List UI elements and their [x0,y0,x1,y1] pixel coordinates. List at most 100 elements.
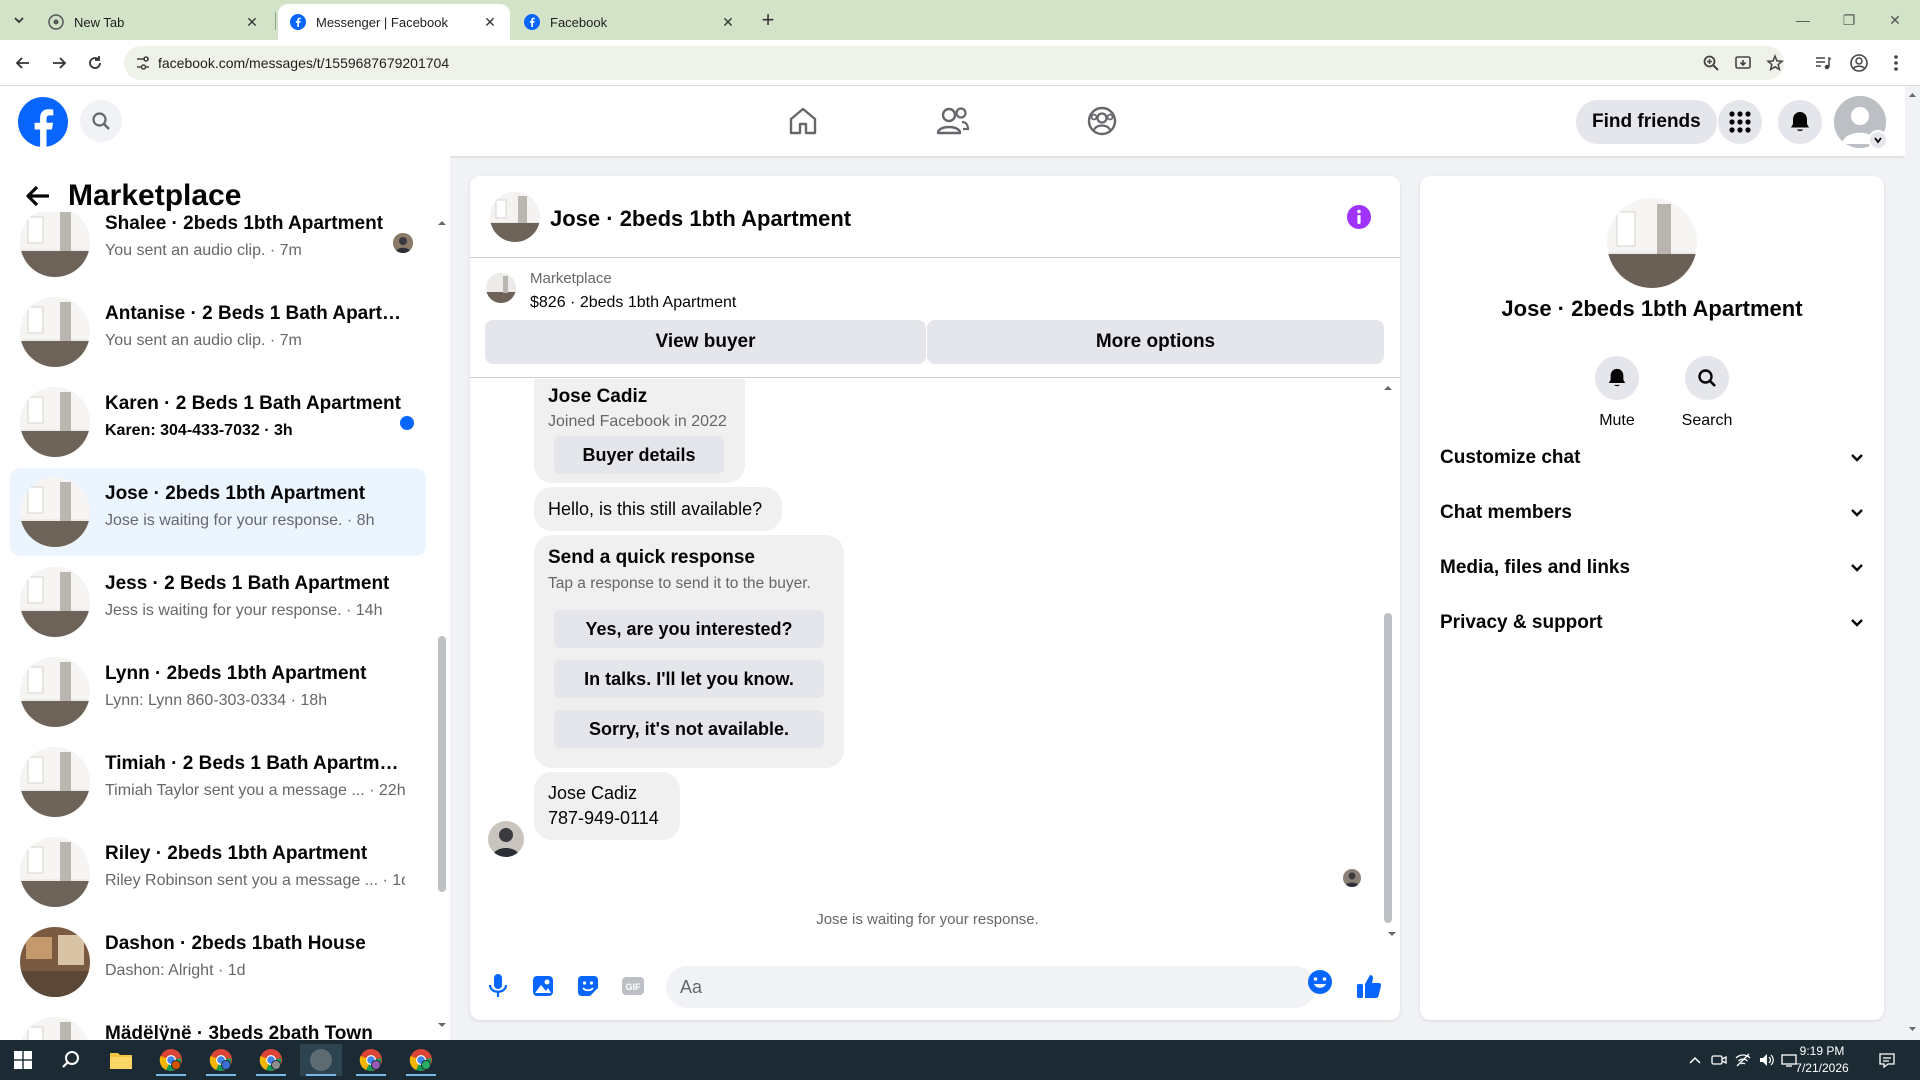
conversation-preview: Timiah Taylor sent you a message ... · 2… [105,782,405,799]
mute-action[interactable]: Mute [1582,356,1652,430]
taskbar-search-button[interactable] [50,1044,92,1076]
conversation-item[interactable]: Antanise · 2 Beds 1 Bath Apartment You se… [10,288,426,376]
find-friends-button[interactable]: Find friends [1576,100,1717,144]
apartment-photo-icon [20,477,90,547]
scroll-down-icon[interactable] [1385,929,1399,939]
start-button[interactable] [2,1044,44,1076]
site-info-icon[interactable] [134,54,152,72]
conversation-item[interactable]: Mädëlÿnë · 3beds 2bath Town [10,1008,426,1040]
search-action[interactable]: Search [1672,356,1742,430]
listing-thumbnail[interactable] [486,273,516,303]
chrome-icon [159,1049,182,1071]
gif-button[interactable]: GIF [619,972,647,1000]
minimize-icon[interactable]: — [1780,0,1826,40]
mute-button[interactable] [1595,356,1639,400]
search-in-chat-button[interactable] [1685,356,1729,400]
chrome-icon [259,1049,282,1071]
sidebar-scroll-thumb[interactable] [438,636,446,892]
home-nav-button[interactable] [783,101,823,141]
groups-nav-button[interactable] [1082,101,1122,141]
tab-new-tab[interactable]: New Tab ✕ [36,4,272,40]
emoji-icon[interactable] [1306,968,1334,996]
show-hidden-icons-icon[interactable] [1686,1051,1704,1069]
house-photo-icon [20,927,90,997]
tab-messenger[interactable]: Messenger | Facebook ✕ [278,4,510,40]
page-scrollbar[interactable] [1905,86,1920,1040]
chat-members-section[interactable]: Chat members [1440,493,1864,533]
close-tab-icon[interactable]: ✕ [482,14,498,30]
info-icon[interactable] [1346,204,1372,230]
install-app-icon[interactable] [1734,54,1752,72]
sidebar-scrollbar[interactable] [436,216,448,1032]
conversation-item[interactable]: Jess · 2 Beds 1 Bath Apartment Jess is wa… [10,558,426,646]
conversation-item[interactable]: Karen · 2 Beds 1 Bath Apartment Karen: 30… [10,378,426,466]
buyer-details-button[interactable]: Buyer details [554,436,724,474]
customize-chat-section[interactable]: Customize chat [1440,438,1864,478]
send-like-button[interactable] [1354,972,1384,1000]
bookmark-star-icon[interactable] [1766,54,1784,72]
apartment-photo-icon [20,567,90,637]
media-controls-icon[interactable] [1812,52,1834,74]
view-buyer-button[interactable]: View buyer [485,320,926,364]
close-window-icon[interactable]: ✕ [1872,0,1918,40]
quick-response-option[interactable]: In talks. I'll let you know. [554,660,824,698]
notifications-button[interactable] [1778,100,1822,144]
chrome-taskbar-button[interactable] [350,1044,392,1076]
chat-avatar[interactable] [490,192,540,242]
chat-title[interactable]: Jose · 2beds 1bth Apartment [550,206,851,232]
new-tab-button[interactable]: + [756,7,780,32]
chrome-taskbar-button-active[interactable] [300,1044,342,1076]
back-button[interactable] [10,50,36,76]
image-icon [533,976,553,996]
conversation-item[interactable]: Jose · 2beds 1bth Apartment Jose is waiti… [10,468,426,556]
voice-clip-button[interactable] [484,972,512,1000]
reload-button[interactable] [82,50,108,76]
attach-photo-button[interactable] [529,972,557,1000]
forward-button[interactable] [46,50,72,76]
meet-now-icon[interactable] [1710,1051,1728,1069]
quick-response-option[interactable]: Sorry, it's not available. [554,710,824,748]
zoom-icon[interactable] [1702,54,1720,72]
listing-price[interactable]: $826 · 2beds 1bth Apartment [530,294,736,312]
restore-icon[interactable]: ❐ [1826,0,1872,40]
quick-response-option[interactable]: Yes, are you interested? [554,610,824,648]
browser-menu-icon[interactable] [1885,52,1907,74]
tab-search-button[interactable] [6,8,32,32]
close-tab-icon[interactable]: ✕ [720,14,736,30]
conversation-item[interactable]: Lynn · 2beds 1bth Apartment Lynn: Lynn 86… [10,648,426,736]
notification-center-icon[interactable] [1878,1051,1896,1069]
conversation-item[interactable]: Shalee · 2beds 1bth Apartment You sent an… [10,212,426,286]
message-input[interactable] [680,966,1240,1008]
sidebar-title: Marketplace [68,179,242,212]
facebook-search-button[interactable] [80,100,122,142]
conversation-item[interactable]: Timiah · 2 Beds 1 Bath Apartment Timiah T… [10,738,426,826]
network-icon[interactable] [1734,1051,1752,1069]
chrome-taskbar-button[interactable] [250,1044,292,1076]
chrome-taskbar-button[interactable] [200,1044,242,1076]
friends-nav-button[interactable] [933,101,973,141]
back-to-chats-button[interactable] [22,180,54,212]
tab-facebook[interactable]: Facebook ✕ [512,4,748,40]
volume-icon[interactable] [1758,1051,1776,1069]
more-options-button[interactable]: More options [927,320,1384,364]
close-tab-icon[interactable]: ✕ [244,14,260,30]
media-files-links-section[interactable]: Media, files and links [1440,548,1864,588]
file-explorer-button[interactable] [100,1044,142,1076]
facebook-logo-icon[interactable] [18,97,68,147]
address-bar[interactable]: facebook.com/messages/t/1559687679201704 [124,46,1784,80]
message-scroll-thumb[interactable] [1384,613,1392,923]
message-scrollbar[interactable] [1381,383,1395,931]
sticker-button[interactable] [574,972,602,1000]
conversation-item[interactable]: Riley · 2beds 1bth Apartment Riley Robins… [10,828,426,916]
contact-avatar[interactable] [1607,198,1697,288]
profile-account-icon[interactable] [1848,52,1870,74]
conversation-item[interactable]: Dashon · 2beds 1bath House Dashon: Alrigh… [10,918,426,1006]
conversation-preview: Dashon: Alright · 1d [105,962,246,979]
chrome-taskbar-button[interactable] [150,1044,192,1076]
account-menu-chevron[interactable] [1868,130,1888,150]
system-clock[interactable]: 9:19 PM 7/21/2026 [1782,1043,1862,1077]
privacy-support-section[interactable]: Privacy & support [1440,603,1864,643]
sender-avatar[interactable] [488,821,524,857]
chrome-taskbar-button[interactable] [400,1044,442,1076]
menu-button[interactable] [1718,100,1762,144]
